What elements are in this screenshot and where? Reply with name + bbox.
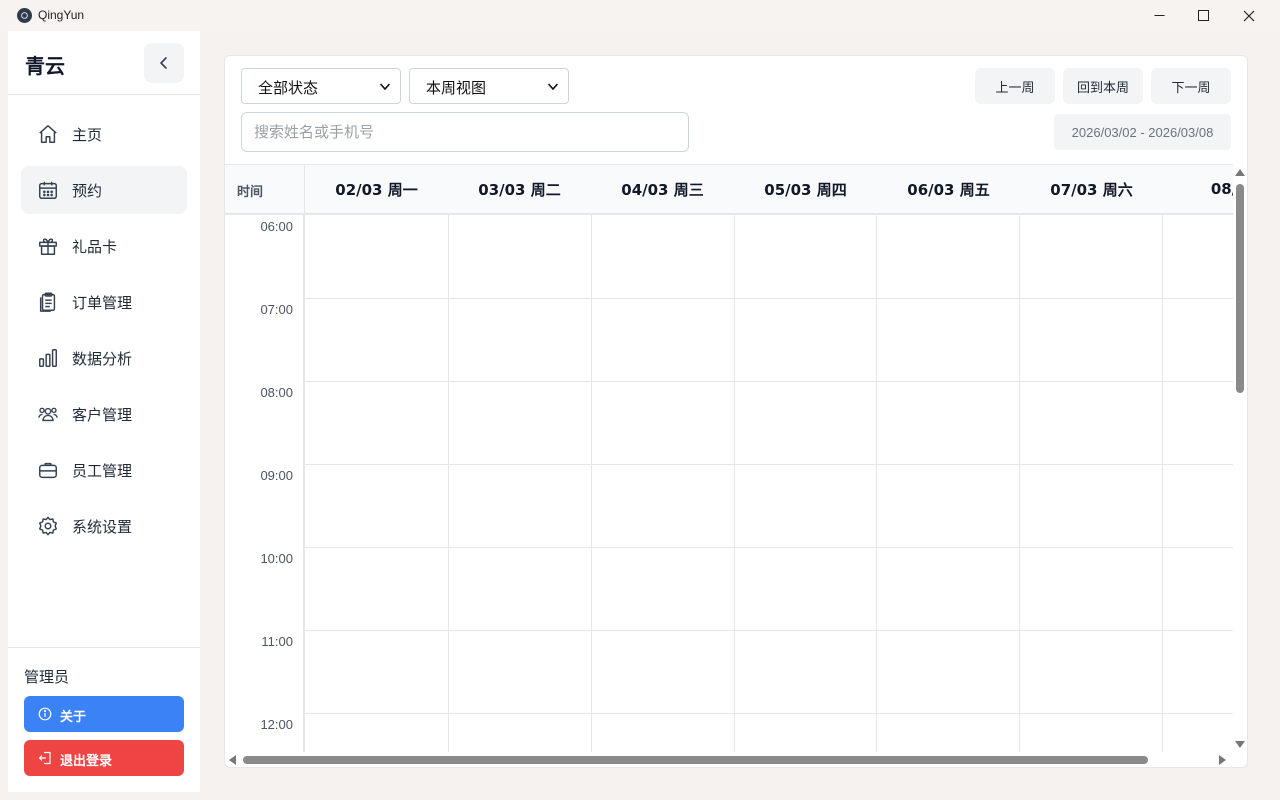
sidebar-divider — [8, 647, 200, 648]
day-header-wed: 04/03 周三 — [621, 180, 704, 199]
chevron-down-icon — [380, 83, 390, 91]
hour-gridline — [305, 547, 1233, 548]
close-button[interactable] — [1226, 0, 1272, 31]
day-header-sun: 08/03 — [1210, 180, 1233, 198]
search-field[interactable] — [241, 112, 689, 152]
app-logo-icon — [17, 8, 32, 23]
briefcase-icon — [39, 462, 57, 479]
sidebar-item-orders[interactable]: 订单管理 — [21, 278, 187, 326]
calendar-grid[interactable]: 06:00 07:00 08:00 09:00 10:00 11:00 12:0… — [225, 215, 1233, 752]
time-header-label: 时间 — [237, 185, 264, 200]
window-titlebar: QingYun — [0, 0, 1280, 31]
day-gridline — [1019, 215, 1020, 752]
time-slot-label: 09:00 — [260, 468, 293, 483]
gift-icon — [39, 238, 57, 255]
chevron-down-icon — [548, 83, 558, 91]
calendar-icon — [39, 181, 57, 199]
status-filter-value: 全部状态 — [258, 79, 319, 97]
status-filter-select[interactable]: 全部状态 — [241, 68, 401, 104]
sidebar-item-settings[interactable]: 系统设置 — [21, 502, 187, 550]
date-range-badge: 2026/03/02 - 2026/03/08 — [1054, 114, 1231, 150]
brand-title: 青云 — [25, 54, 65, 78]
sidebar-item-label: 主页 — [72, 126, 103, 144]
day-gridline — [1162, 215, 1163, 752]
week-calendar: 时间 02/03 周一 03/03 周二 04/03 周三 05/03 周四 0… — [225, 164, 1233, 752]
previous-week-button[interactable]: 上一周 — [975, 68, 1055, 104]
clipboard-icon — [39, 292, 56, 312]
time-slot-label: 11:00 — [261, 634, 293, 649]
bar-chart-icon — [39, 349, 57, 367]
logout-button-label: 退出登录 — [60, 754, 113, 769]
vertical-scrollbar-thumb[interactable] — [1236, 184, 1244, 393]
close-icon — [1243, 10, 1255, 21]
logout-button[interactable]: 退出登录 — [24, 740, 184, 776]
time-slot-label: 06:00 — [260, 219, 293, 234]
maximize-icon — [1197, 10, 1209, 21]
hour-gridline — [305, 464, 1233, 465]
sidebar-item-gift-cards[interactable]: 礼品卡 — [21, 222, 187, 270]
horizontal-scrollbar-thumb[interactable] — [243, 756, 1148, 764]
sidebar: 青云 主页 预约 礼品卡 订单管理 数据分析 客户管理 员工管理 系统设置 管理… — [8, 31, 200, 792]
about-button-label: 关于 — [60, 710, 87, 725]
current-week-button[interactable]: 回到本周 — [1063, 68, 1143, 104]
scroll-right-arrow-icon[interactable] — [1219, 755, 1226, 765]
scroll-up-arrow-icon[interactable] — [1235, 169, 1245, 176]
day-gridline — [734, 215, 735, 752]
window-title: QingYun — [38, 8, 85, 22]
sidebar-item-label: 客户管理 — [72, 406, 133, 424]
sidebar-item-label: 数据分析 — [72, 350, 133, 368]
sidebar-divider — [8, 94, 200, 95]
minimize-icon — [1154, 15, 1164, 16]
time-slot-label: 10:00 — [260, 551, 293, 566]
users-icon — [38, 407, 58, 422]
appointments-panel: 全部状态 本周视图 上一周 回到本周 下一周 2026/03/02 - 2026… — [224, 55, 1248, 768]
home-icon — [39, 125, 57, 143]
sidebar-item-customers[interactable]: 客户管理 — [21, 390, 187, 438]
time-column-header: 时间 — [225, 165, 305, 213]
view-mode-select[interactable]: 本周视图 — [409, 68, 569, 104]
time-slot-label: 08:00 — [260, 385, 293, 400]
scroll-down-arrow-icon[interactable] — [1235, 741, 1245, 748]
view-mode-value: 本周视图 — [426, 79, 487, 97]
maximize-button[interactable] — [1180, 0, 1226, 31]
time-slot-label: 07:00 — [260, 302, 293, 317]
hour-gridline — [305, 630, 1233, 631]
sidebar-item-label: 礼品卡 — [72, 238, 118, 256]
day-header-mon: 02/03 周一 — [335, 180, 418, 199]
day-header-thu: 05/03 周四 — [764, 180, 847, 199]
info-icon — [38, 707, 52, 721]
hour-gridline — [305, 298, 1233, 299]
sidebar-item-appointments[interactable]: 预约 — [21, 166, 187, 214]
day-gridline — [448, 215, 449, 752]
logout-icon — [38, 751, 51, 765]
collapse-sidebar-button[interactable] — [144, 43, 184, 83]
day-header-tue: 03/03 周二 — [478, 180, 561, 199]
time-slot-label: 12:00 — [260, 717, 293, 732]
day-gridline — [876, 215, 877, 752]
sidebar-item-label: 员工管理 — [72, 462, 133, 480]
time-column: 06:00 07:00 08:00 09:00 10:00 11:00 12:0… — [225, 215, 305, 752]
sidebar-item-staff[interactable]: 员工管理 — [21, 446, 187, 494]
day-header-fri: 06/03 周五 — [907, 180, 990, 199]
hour-gridline — [305, 713, 1233, 714]
gear-icon — [39, 516, 57, 536]
sidebar-item-analytics[interactable]: 数据分析 — [21, 334, 187, 382]
next-week-button[interactable]: 下一周 — [1151, 68, 1231, 104]
day-header-sat: 07/03 周六 — [1050, 180, 1133, 199]
chevron-left-icon — [160, 57, 167, 69]
sidebar-item-home[interactable]: 主页 — [21, 110, 187, 158]
sidebar-item-label: 预约 — [72, 182, 103, 200]
sidebar-item-label: 订单管理 — [72, 294, 133, 312]
search-input[interactable] — [242, 113, 688, 151]
sidebar-item-label: 系统设置 — [72, 518, 133, 536]
about-button[interactable]: 关于 — [24, 696, 184, 732]
minimize-button[interactable] — [1136, 0, 1182, 31]
day-gridline — [591, 215, 592, 752]
user-role-label: 管理员 — [24, 668, 70, 686]
hour-gridline — [305, 381, 1233, 382]
calendar-header: 时间 02/03 周一 03/03 周二 04/03 周三 05/03 周四 0… — [225, 165, 1233, 215]
scroll-left-arrow-icon[interactable] — [229, 755, 236, 765]
